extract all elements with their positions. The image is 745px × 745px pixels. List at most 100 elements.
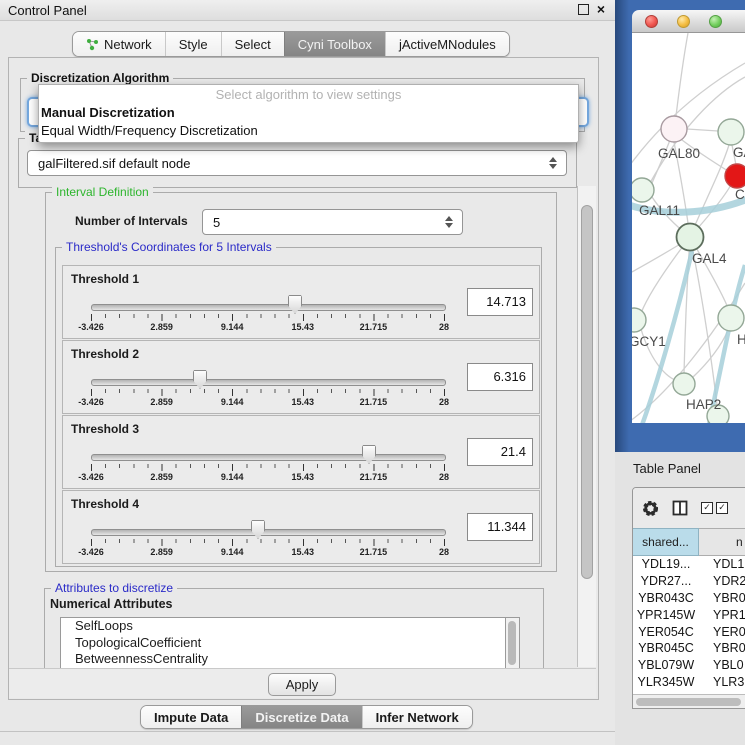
- list-item[interactable]: BetweennessCentrality: [61, 651, 506, 668]
- float-window-icon[interactable]: [578, 4, 589, 15]
- table-header-row: shared... n: [633, 528, 745, 556]
- apply-button[interactable]: Apply: [268, 673, 336, 696]
- popup-hint: Select algorithm to view settings: [39, 85, 578, 104]
- tab-label: Network: [104, 37, 152, 52]
- network-view[interactable]: GAL80 GA C GAL11 GAL4 GCY1 H HAP2: [632, 33, 745, 423]
- svg-text:H: H: [737, 332, 745, 347]
- table-toolbar: ✓ ✓: [633, 488, 745, 528]
- tab-infer-network[interactable]: Infer Network: [362, 706, 472, 728]
- numerical-attributes-label: Numerical Attributes: [50, 597, 172, 611]
- close-icon[interactable]: ×: [597, 4, 605, 15]
- group-label: Threshold's Coordinates for 5 Intervals: [62, 240, 276, 254]
- network-window-titlebar[interactable]: [632, 10, 745, 33]
- attributes-scrollbar[interactable]: [505, 617, 520, 669]
- slider-handle[interactable]: [193, 370, 207, 389]
- slider-handle[interactable]: [362, 445, 376, 464]
- bottom-tabbar: Impute Data Discretize Data Infer Networ…: [140, 705, 473, 729]
- node-selected-red[interactable]: [725, 164, 745, 188]
- slider-ticks: [91, 389, 446, 397]
- table-panel-content: ✓ ✓ shared... n YDL19...YDL1 YDR27...YDR…: [632, 487, 745, 709]
- slider-track[interactable]: [91, 454, 446, 461]
- group-label: Attributes to discretize: [51, 581, 177, 595]
- table-row[interactable]: YDL19...YDL1: [633, 556, 745, 573]
- number-of-intervals-label: Number of Intervals: [75, 214, 188, 228]
- tab-select[interactable]: Select: [221, 32, 284, 56]
- slider-handle[interactable]: [288, 295, 302, 314]
- screen: Control Panel × Network Style Select Cyn…: [0, 0, 745, 745]
- scrollbar-thumb[interactable]: [508, 621, 516, 665]
- close-traffic-button[interactable]: [645, 15, 658, 28]
- table-rows: YDL19...YDL1 YDR27...YDR2 YBR043CYBR0 YP…: [633, 556, 745, 708]
- number-of-intervals-combobox[interactable]: 5: [202, 209, 463, 235]
- node-gcy1[interactable]: [632, 308, 646, 332]
- panel-title: Control Panel: [0, 3, 87, 18]
- node-gal4[interactable]: [677, 224, 704, 251]
- svg-text:GAL80: GAL80: [658, 146, 700, 161]
- table-row[interactable]: YBL079WYBL0: [633, 657, 745, 674]
- tab-impute-data[interactable]: Impute Data: [141, 706, 241, 728]
- node-partial-h[interactable]: [718, 305, 744, 331]
- tab-network[interactable]: Network: [73, 32, 165, 56]
- panel-scrollbar[interactable]: [577, 186, 596, 667]
- algorithm-dropdown-popup: Select algorithm to view settings Manual…: [38, 84, 579, 143]
- slider-track[interactable]: [91, 529, 446, 536]
- scrollbar-thumb[interactable]: [636, 698, 741, 706]
- threshold-4-panel: Threshold 4 -3.4262.8599.14415.4321.7152…: [62, 490, 540, 564]
- node-hap2[interactable]: [673, 373, 695, 395]
- column-header-name[interactable]: n: [699, 528, 745, 556]
- threshold-3-panel: Threshold 3 -3.4262.8599.14415.4321.7152…: [62, 415, 540, 489]
- zoom-traffic-button[interactable]: [709, 15, 722, 28]
- split-columns-icon[interactable]: [672, 500, 688, 516]
- checkbox-icon[interactable]: ✓: [701, 502, 713, 514]
- combo-arrows-icon: [549, 157, 557, 169]
- group-label: Discretization Algorithm: [27, 71, 173, 85]
- scrollbar-thumb[interactable]: [581, 205, 593, 579]
- slider-ticks: [91, 314, 446, 322]
- slider-ticks: [91, 539, 446, 547]
- list-item[interactable]: SelfLoops: [61, 618, 506, 635]
- network-icon: [86, 38, 99, 51]
- table-data-combobox[interactable]: galFiltered.sif default node: [27, 150, 567, 176]
- tab-jactivemnodules[interactable]: jActiveMNodules: [385, 32, 509, 56]
- apply-strip: Apply: [9, 668, 596, 698]
- column-header-shared-name[interactable]: shared...: [633, 528, 699, 556]
- popup-option-equal-width[interactable]: Equal Width/Frequency Discretization: [39, 122, 578, 140]
- slider-handle[interactable]: [251, 520, 265, 539]
- tab-cyni-toolbox[interactable]: Cyni Toolbox: [284, 32, 385, 56]
- attributes-list: SelfLoops TopologicalCoefficient Between…: [60, 617, 507, 669]
- network-window-frame: GAL80 GA C GAL11 GAL4 GCY1 H HAP2: [615, 0, 745, 452]
- svg-text:GAL4: GAL4: [692, 251, 727, 266]
- slider-track[interactable]: [91, 304, 446, 311]
- threshold-1-panel: Threshold 1 -3.4262.8599.14415.4321.7152…: [62, 265, 540, 339]
- tab-style[interactable]: Style: [165, 32, 221, 56]
- table-panel-title: Table Panel: [633, 461, 701, 476]
- table-horizontal-scrollbar[interactable]: [633, 694, 745, 709]
- list-item[interactable]: TopologicalCoefficient: [61, 635, 506, 652]
- minimize-traffic-button[interactable]: [677, 15, 690, 28]
- table-row[interactable]: YER054CYER0: [633, 624, 745, 641]
- intervals-value: 5: [213, 215, 220, 230]
- node-partial-top[interactable]: [718, 119, 744, 145]
- node-gal80[interactable]: [661, 116, 687, 142]
- table-row[interactable]: YBR045CYBR0: [633, 640, 745, 657]
- node-gal11[interactable]: [632, 178, 654, 202]
- table-row[interactable]: YPR145WYPR1: [633, 607, 745, 624]
- threshold-2-panel: Threshold 2 -3.4262.8599.14415.4321.7152…: [62, 340, 540, 414]
- table-row[interactable]: YBR043CYBR0: [633, 590, 745, 607]
- threshold-value-field[interactable]: 14.713: [467, 288, 533, 316]
- popup-option-manual[interactable]: Manual Discretization: [39, 104, 578, 122]
- slider-ticks: [91, 464, 446, 472]
- tab-discretize-data[interactable]: Discretize Data: [241, 706, 361, 728]
- top-tabbar: Network Style Select Cyni Toolbox jActiv…: [72, 31, 510, 57]
- combo-arrows-icon: [445, 216, 453, 228]
- slider-track[interactable]: [91, 379, 446, 386]
- svg-text:GAL11: GAL11: [639, 203, 680, 218]
- threshold-value-field[interactable]: 6.316: [467, 363, 533, 391]
- svg-text:GA: GA: [733, 145, 745, 160]
- table-row[interactable]: YLR345WYLR3: [633, 674, 745, 691]
- threshold-value-field[interactable]: 11.344: [467, 513, 533, 541]
- threshold-value-field[interactable]: 21.4: [467, 438, 533, 466]
- checkbox-icon[interactable]: ✓: [716, 502, 728, 514]
- gear-icon[interactable]: [642, 500, 659, 517]
- table-row[interactable]: YDR27...YDR2: [633, 573, 745, 590]
